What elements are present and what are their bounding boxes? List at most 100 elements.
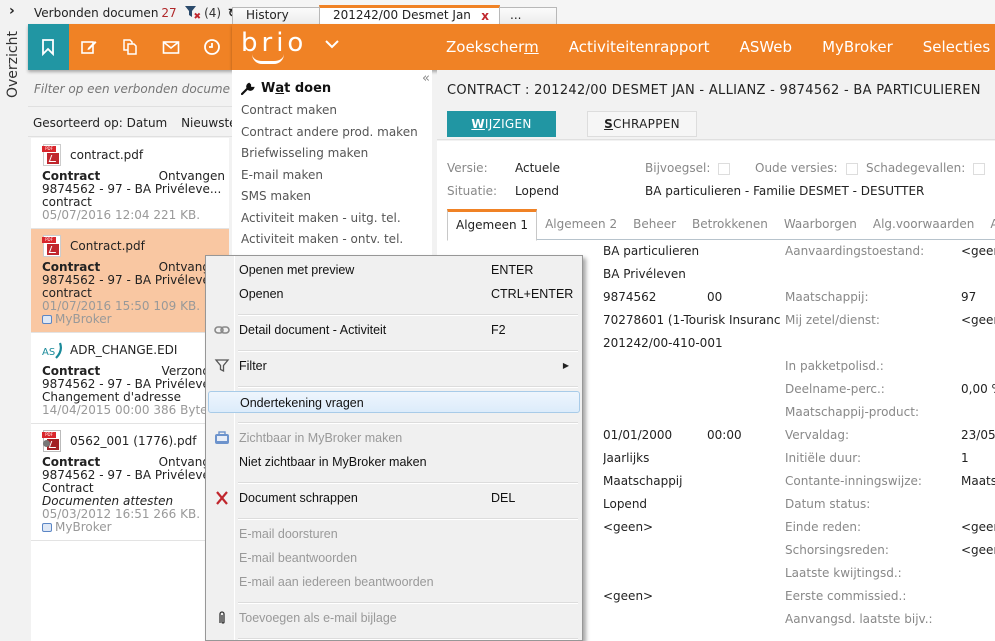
oude-versies-checkbox[interactable] <box>845 162 858 175</box>
menu-item-label: Openen met preview <box>239 263 355 277</box>
mail-button[interactable] <box>150 24 191 70</box>
clock-icon <box>203 39 220 55</box>
field-value: Maatsc <box>961 474 995 488</box>
menu-item-document-schrappen[interactable]: Document schrappen DEL <box>208 487 580 509</box>
tab-history[interactable]: History <box>232 7 320 24</box>
menu-item-label: Document schrappen <box>239 491 358 505</box>
clear-filter-button[interactable]: ✖ (4) <box>184 6 221 22</box>
tab-betrokkenen[interactable]: Betrokkenen <box>684 209 776 239</box>
submenu-arrow-icon: ▶ <box>562 361 569 370</box>
menu-item-label: Niet zichtbaar in MyBroker maken <box>239 455 427 469</box>
document-item[interactable]: AS ADR_CHANGE.EDI Contract Verzonden 9874… <box>31 333 229 424</box>
field-label: In pakketpolisd.: <box>785 359 884 373</box>
tab-label: History <box>246 8 289 22</box>
tab-alg-voorwaarden[interactable]: Alg.voorwaarden <box>865 209 983 239</box>
tab-more[interactable]: ... <box>499 7 557 24</box>
field-label: Schorsingsreden: <box>785 543 889 557</box>
menu-item-e-mail-doorsturen[interactable]: E-mail doorsturen <box>208 523 580 545</box>
edit-button[interactable] <box>69 24 110 70</box>
situatie-label: Situatie: <box>447 184 498 198</box>
document-list: PDF contract.pdf Contract Ontvangen 98745… <box>31 138 229 641</box>
overview-label[interactable]: Overzicht <box>5 31 21 98</box>
actions-list: Contract maken Contract andere prod. mak… <box>241 103 418 254</box>
menu-item-filter[interactable]: Filter ▶ <box>208 355 580 377</box>
menu-item-toevoegen-als-e-mail-bijlage[interactable]: Toevoegen als e-mail bijlage <box>208 607 580 629</box>
mail-icon <box>162 41 180 54</box>
document-date: 05/03/2012 16:51 <box>42 508 150 521</box>
document-category: Documenten attesten <box>42 495 174 508</box>
menu-item-zichtbaar-in-mybroker-maken[interactable]: Zichtbaar in MyBroker maken <box>208 427 580 449</box>
filter-icon <box>214 359 230 373</box>
field-label: Datum status: <box>785 497 871 511</box>
nav-selecties[interactable]: Selecties <box>923 38 991 56</box>
history-button[interactable] <box>191 24 232 70</box>
as-edi-icon: AS <box>42 342 62 359</box>
app-header: brio Zoekscherm Activiteitenrapport ASWe… <box>232 24 995 70</box>
document-item[interactable]: PDF contract.pdf Contract Ontvangen 98745… <box>31 138 229 229</box>
sort-indicator[interactable]: Gesorteerd op: Datum Nieuwste... <box>33 116 248 130</box>
chevron-down-icon[interactable] <box>324 36 340 52</box>
bijvoegsel-checkbox[interactable] <box>718 162 731 175</box>
copy-button[interactable] <box>110 24 151 70</box>
tab-beheer[interactable]: Beheer <box>625 209 684 239</box>
menu-item-openen[interactable]: Openen CTRL+ENTER <box>208 283 580 305</box>
action-sms-maken[interactable]: SMS maken <box>241 189 418 211</box>
menu-item-e-mail-aan-iedereen-beantwoorden[interactable]: E-mail aan iedereen beantwoorden <box>208 571 580 593</box>
paperclip-icon <box>219 611 225 624</box>
menu-item-shortcut: DEL <box>491 491 516 505</box>
tab-algemeen-1[interactable]: Algemeen 1 <box>447 209 538 241</box>
document-item-selected[interactable]: PDF Contract.pdf Contract Ontvangen 98745… <box>31 229 229 333</box>
tab-aanvullingen[interactable]: Aanvulli <box>982 209 995 239</box>
menu-item-openen-met-preview[interactable]: Openen met preview ENTER <box>208 259 580 281</box>
menu-item-label: Toevoegen als e-mail bijlage <box>239 611 397 625</box>
wijzigen-button[interactable]: WIJZIGEN <box>447 111 556 137</box>
menu-item-detail-document-activiteit[interactable]: Detail document - Activiteit F2 <box>208 319 580 341</box>
document-date: 01/07/2016 15:50 <box>42 300 150 313</box>
nav-accel: m <box>524 38 539 56</box>
field-value: <geen <box>961 313 995 327</box>
nav-zoekscherm[interactable]: Zoekscherm <box>446 38 539 56</box>
document-size: 109 KB. <box>153 300 201 313</box>
contract-description: BA particulieren - Familie DESMET - DESU… <box>645 184 925 198</box>
field-value-left <box>603 612 783 635</box>
action-contract-andere-prod[interactable]: Contract andere prod. maken <box>241 125 418 147</box>
nav-label: Zoekscher <box>446 38 525 56</box>
menu-item-ondertekening-vragen[interactable]: Ondertekening vragen <box>208 391 580 413</box>
mybroker-badge: MyBroker <box>55 313 112 326</box>
tab-algemeen-2[interactable]: Algemeen 2 <box>537 209 625 239</box>
field-value: <geen <box>961 543 995 557</box>
menu-item-label: Zichtbaar in MyBroker maken <box>239 431 403 445</box>
contract-tabs: Algemeen 1 Algemeen 2 Beheer Betrokkenen… <box>447 209 995 241</box>
field-value: 97 <box>961 290 977 304</box>
action-activiteit-uitg[interactable]: Activiteit maken - uitg. tel. <box>241 211 418 233</box>
schrappen-button[interactable]: SCHRAPPEN <box>587 111 697 137</box>
collapse-panel-icon[interactable]: « <box>422 71 430 86</box>
document-item[interactable]: PDF 0562_001 (1776).pdf Contract Ontvange… <box>31 424 229 541</box>
tab-waarborgen[interactable]: Waarborgen <box>776 209 865 239</box>
bookmark-button[interactable] <box>28 24 69 70</box>
menu-separator <box>238 350 578 352</box>
nav-mybroker[interactable]: MyBroker <box>822 38 893 56</box>
menu-item-niet-zichtbaar-in-mybroker-maken[interactable]: Niet zichtbaar in MyBroker maken <box>208 451 580 473</box>
main-nav: Zoekscherm Activiteitenrapport ASWeb MyB… <box>446 24 995 70</box>
document-filter-input[interactable] <box>34 82 230 96</box>
field-value: 1 <box>961 451 969 465</box>
action-contract-maken[interactable]: Contract maken <box>241 103 418 125</box>
action-briefwisseling[interactable]: Briefwisseling maken <box>241 146 418 168</box>
expand-chevron-icon[interactable]: › <box>9 3 15 19</box>
field-value-left <box>603 566 783 589</box>
action-activiteit-ontv[interactable]: Activiteit maken - ontv. tel. <box>241 232 418 254</box>
briefcase-icon <box>42 523 52 532</box>
document-status: Ontvangen <box>158 170 225 183</box>
nav-activiteitenrapport[interactable]: Activiteitenrapport <box>569 38 710 56</box>
nav-asweb[interactable]: ASWeb <box>740 38 793 56</box>
action-email-maken[interactable]: E-mail maken <box>241 168 418 190</box>
sort-field[interactable]: Gesorteerd op: Datum <box>33 116 167 130</box>
menu-item-e-mail-beantwoorden[interactable]: E-mail beantwoorden <box>208 547 580 569</box>
tab-contract[interactable]: 201242/00 Desmet Jan x <box>319 5 500 24</box>
close-tab-icon[interactable]: x <box>481 9 489 24</box>
menu-separator <box>238 638 578 640</box>
document-description: Changement d'adresse <box>42 391 181 404</box>
document-description: Contract <box>42 482 94 495</box>
schadegevallen-checkbox[interactable] <box>973 162 986 175</box>
